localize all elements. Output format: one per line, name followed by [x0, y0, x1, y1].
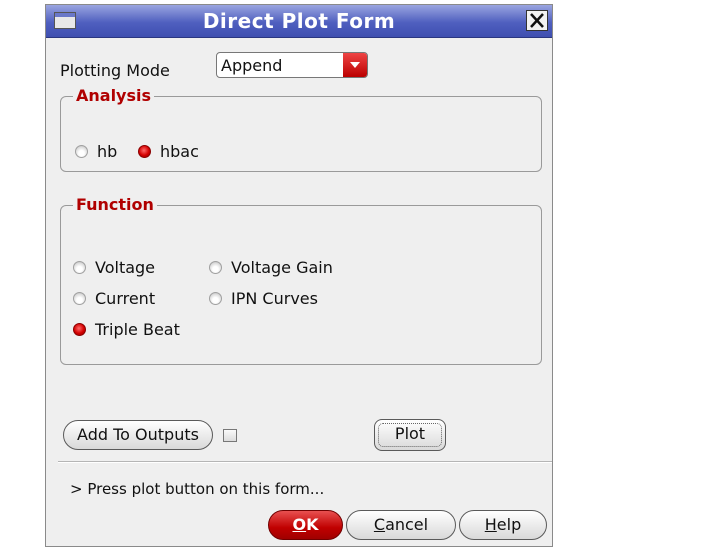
cancel-button[interactable]: Cancel: [346, 510, 456, 540]
status-message: > Press plot button on this form...: [70, 480, 325, 498]
close-icon: [530, 13, 544, 28]
ok-button[interactable]: OK: [268, 510, 343, 540]
cancel-label-rest: ancel: [385, 515, 429, 534]
radio-voltage[interactable]: Voltage: [73, 258, 155, 277]
plotting-mode-value: Append: [221, 56, 283, 75]
radio-checked-icon: [73, 323, 86, 336]
radio-checked-icon: [138, 145, 151, 158]
chevron-down-icon[interactable]: [343, 53, 367, 77]
help-mnemonic: H: [484, 515, 497, 534]
radio-unchecked-icon: [73, 292, 86, 305]
help-label-rest: elp: [496, 515, 522, 534]
radio-unchecked-icon: [73, 261, 86, 274]
add-to-outputs-checkbox[interactable]: [223, 429, 237, 442]
radio-unchecked-icon: [75, 145, 88, 158]
direct-plot-form-window: Direct Plot Form Plotting Mode Append An…: [45, 4, 553, 547]
function-group: Function Voltage Voltage Gain Current IP…: [60, 195, 542, 365]
radio-label: hbac: [160, 142, 199, 161]
plotting-mode-label: Plotting Mode: [60, 61, 170, 80]
radio-label: Triple Beat: [95, 320, 180, 339]
plot-button[interactable]: Plot: [374, 419, 446, 451]
radio-hb[interactable]: hb: [75, 142, 117, 161]
radio-label: hb: [97, 142, 118, 161]
radio-label: Voltage Gain: [231, 258, 333, 277]
function-group-title: Function: [73, 195, 157, 214]
analysis-group-title: Analysis: [73, 86, 155, 105]
radio-label: IPN Curves: [231, 289, 318, 308]
plot-button-label: Plot: [378, 423, 442, 447]
separator: [58, 461, 552, 463]
help-button[interactable]: Help: [459, 510, 547, 540]
title-bar[interactable]: Direct Plot Form: [46, 5, 552, 38]
radio-label: Voltage: [95, 258, 156, 277]
analysis-group: Analysis hb hbac: [60, 86, 542, 172]
radio-hbac[interactable]: hbac: [138, 142, 199, 161]
radio-unchecked-icon: [209, 292, 222, 305]
add-to-outputs-button[interactable]: Add To Outputs: [63, 420, 213, 450]
ok-label-rest: K: [306, 515, 319, 534]
radio-current[interactable]: Current: [73, 289, 155, 308]
radio-voltage-gain[interactable]: Voltage Gain: [209, 258, 333, 277]
radio-unchecked-icon: [209, 261, 222, 274]
radio-ipn-curves[interactable]: IPN Curves: [209, 289, 318, 308]
radio-label: Current: [95, 289, 156, 308]
close-button[interactable]: [526, 10, 548, 31]
plotting-mode-dropdown[interactable]: Append: [216, 52, 368, 78]
ok-mnemonic: O: [292, 515, 307, 534]
radio-triple-beat[interactable]: Triple Beat: [73, 320, 180, 339]
cancel-mnemonic: C: [373, 515, 386, 534]
window-title: Direct Plot Form: [202, 9, 396, 33]
